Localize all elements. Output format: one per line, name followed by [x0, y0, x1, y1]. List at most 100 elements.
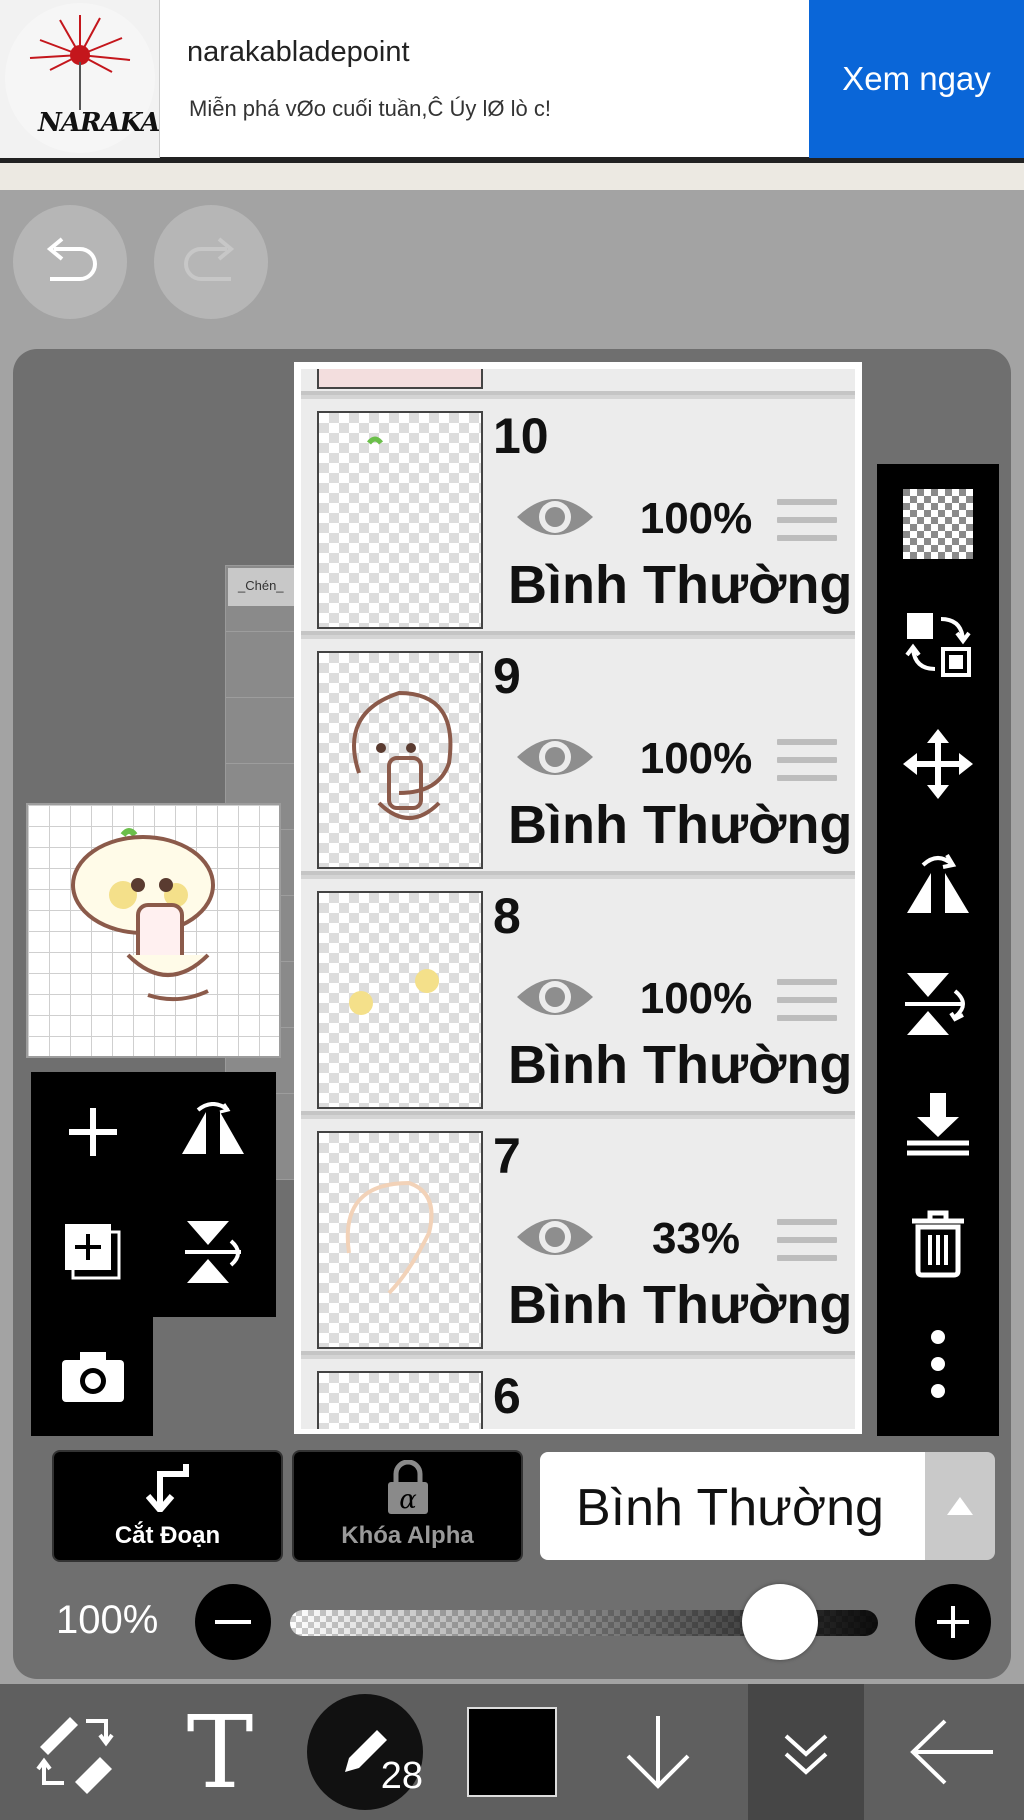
merge-down-button[interactable]	[877, 1064, 999, 1184]
layer-opacity: 100%	[639, 734, 753, 783]
ad-description[interactable]: Miễn phá vØo cuối tuần,Ĉ Úy lØ lò c!	[189, 96, 551, 122]
more-options-button[interactable]	[877, 1304, 999, 1424]
camera-button[interactable]	[33, 1316, 153, 1436]
duplicate-layer-button[interactable]	[33, 1192, 153, 1312]
plus-icon	[937, 1606, 969, 1638]
flip-horizontal-button[interactable]	[153, 1072, 273, 1192]
merge-down-icon	[907, 1093, 969, 1156]
visibility-toggle[interactable]	[513, 729, 597, 790]
drag-handle-icon[interactable]	[777, 1219, 837, 1273]
clipping-arrow-icon	[146, 1464, 189, 1512]
swap-layers-button[interactable]	[877, 584, 999, 704]
layer-thumbnail	[317, 651, 483, 869]
clipping-label: Cắt Đoạn	[114, 1522, 221, 1549]
layer-thumbnail	[317, 411, 483, 629]
layer-opacity: 33%	[651, 1214, 741, 1263]
ad-banner[interactable]: NARAKA narakabladepoint Miễn phá vØo cuố…	[0, 0, 1024, 160]
delete-layer-button[interactable]	[877, 1184, 999, 1304]
ad-cta-button[interactable]: Xem ngay	[809, 0, 1024, 158]
svg-text:T: T	[187, 1707, 254, 1797]
layer-thumbnail	[317, 369, 483, 389]
canvas-preview[interactable]	[26, 803, 281, 1058]
layer-row[interactable]: 7 33% Bình Thường	[301, 1119, 855, 1355]
bottom-toolbar: T 28	[0, 1684, 1024, 1820]
brush-eraser-swap-icon	[36, 1717, 114, 1794]
flip-vertical-button[interactable]	[153, 1192, 273, 1312]
redo-button[interactable]	[154, 205, 268, 319]
brush-size: 28	[380, 1755, 423, 1797]
drag-handle-icon[interactable]	[777, 739, 837, 793]
back-button[interactable]	[890, 1684, 1014, 1820]
layer-opacity: 100%	[639, 494, 753, 543]
layer-number: 9	[493, 648, 521, 704]
layer-number: 8	[493, 888, 521, 944]
layer-row[interactable]: 6	[301, 1359, 855, 1429]
right-toolbar	[877, 464, 999, 1436]
blend-mode-value: Bình Thường	[576, 1479, 884, 1537]
layer-row[interactable]: 10 100% Bình Thường	[301, 399, 855, 635]
flip-vertical-button[interactable]	[877, 944, 999, 1064]
visibility-toggle[interactable]	[513, 489, 597, 550]
layer-thumbnail	[317, 891, 483, 1109]
undo-button[interactable]	[13, 205, 127, 319]
visibility-toggle[interactable]	[513, 969, 597, 1030]
trash-icon	[912, 1210, 964, 1278]
text-icon: T	[187, 1707, 254, 1797]
brush-tool-button[interactable]: 28	[300, 1684, 430, 1820]
layer-row[interactable]: 8 100% Bình Thường	[301, 879, 855, 1115]
text-tool-button[interactable]: T	[160, 1684, 280, 1820]
character-illustration	[71, 828, 215, 1002]
layer-number: 7	[493, 1128, 521, 1184]
eye-icon	[517, 499, 593, 535]
clipping-button[interactable]: Cắt Đoạn	[52, 1450, 283, 1562]
drag-handle-icon[interactable]	[777, 499, 837, 553]
arrow-left-icon	[910, 1719, 993, 1785]
layer-down-button[interactable]	[608, 1684, 708, 1820]
eye-icon	[517, 1219, 593, 1255]
layer-row[interactable]	[301, 369, 855, 395]
layer-blend-mode: Bình Thường	[508, 1275, 853, 1335]
arrow-down-icon	[626, 1716, 690, 1789]
opacity-decrease-button[interactable]	[195, 1584, 271, 1660]
ad-title[interactable]: narakabladepoint	[187, 36, 410, 69]
flip-vertical-icon	[905, 973, 965, 1035]
redo-icon	[184, 237, 235, 281]
layer-list[interactable]: 10 100% Bình Thường 9 100% Bình Thường 8…	[294, 362, 862, 1434]
layer-blend-mode: Bình Thường	[508, 555, 853, 615]
collapse-panel-button[interactable]	[748, 1684, 864, 1820]
layer-blend-mode: Bình Thường	[508, 795, 853, 855]
ad-logo: NARAKA	[0, 0, 160, 158]
ad-divider	[0, 160, 1024, 190]
current-color-swatch	[467, 1707, 557, 1797]
transparent-fill-button[interactable]	[877, 464, 999, 584]
minus-icon	[215, 1620, 251, 1624]
visibility-toggle[interactable]	[513, 1209, 597, 1270]
camera-icon	[62, 1352, 124, 1402]
alpha-lock-button[interactable]: α Khóa Alpha	[292, 1450, 523, 1562]
eye-icon	[517, 739, 593, 775]
canvas-label: _Chén_	[228, 568, 298, 606]
lock-icon: α	[388, 1460, 428, 1515]
opacity-slider-handle[interactable]	[742, 1584, 818, 1660]
color-button[interactable]	[462, 1684, 562, 1820]
chevron-up-icon	[947, 1497, 973, 1515]
blend-mode-select[interactable]: Bình Thường	[540, 1452, 925, 1560]
layer-row[interactable]: 9 100% Bình Thường	[301, 639, 855, 875]
blend-mode-dropdown-button[interactable]	[925, 1452, 995, 1560]
flip-horizontal-icon	[182, 1102, 244, 1154]
flip-vertical-icon	[185, 1221, 241, 1283]
layer-thumbnail	[317, 1131, 483, 1349]
layer-thumbnail	[317, 1371, 483, 1429]
tool-switch-button[interactable]	[10, 1684, 140, 1820]
flip-horizontal-button[interactable]	[877, 824, 999, 944]
add-layer-button[interactable]	[33, 1072, 153, 1192]
alpha-lock-label: Khóa Alpha	[341, 1522, 474, 1549]
double-chevron-down-icon	[784, 1734, 828, 1775]
opacity-increase-button[interactable]	[915, 1584, 991, 1660]
layer-opacity: 100%	[639, 974, 753, 1023]
flip-horizontal-icon	[907, 853, 969, 913]
opacity-value: 100%	[56, 1598, 159, 1642]
drag-handle-icon[interactable]	[777, 979, 837, 1033]
move-button[interactable]	[877, 704, 999, 824]
checkerboard-icon	[903, 489, 973, 559]
